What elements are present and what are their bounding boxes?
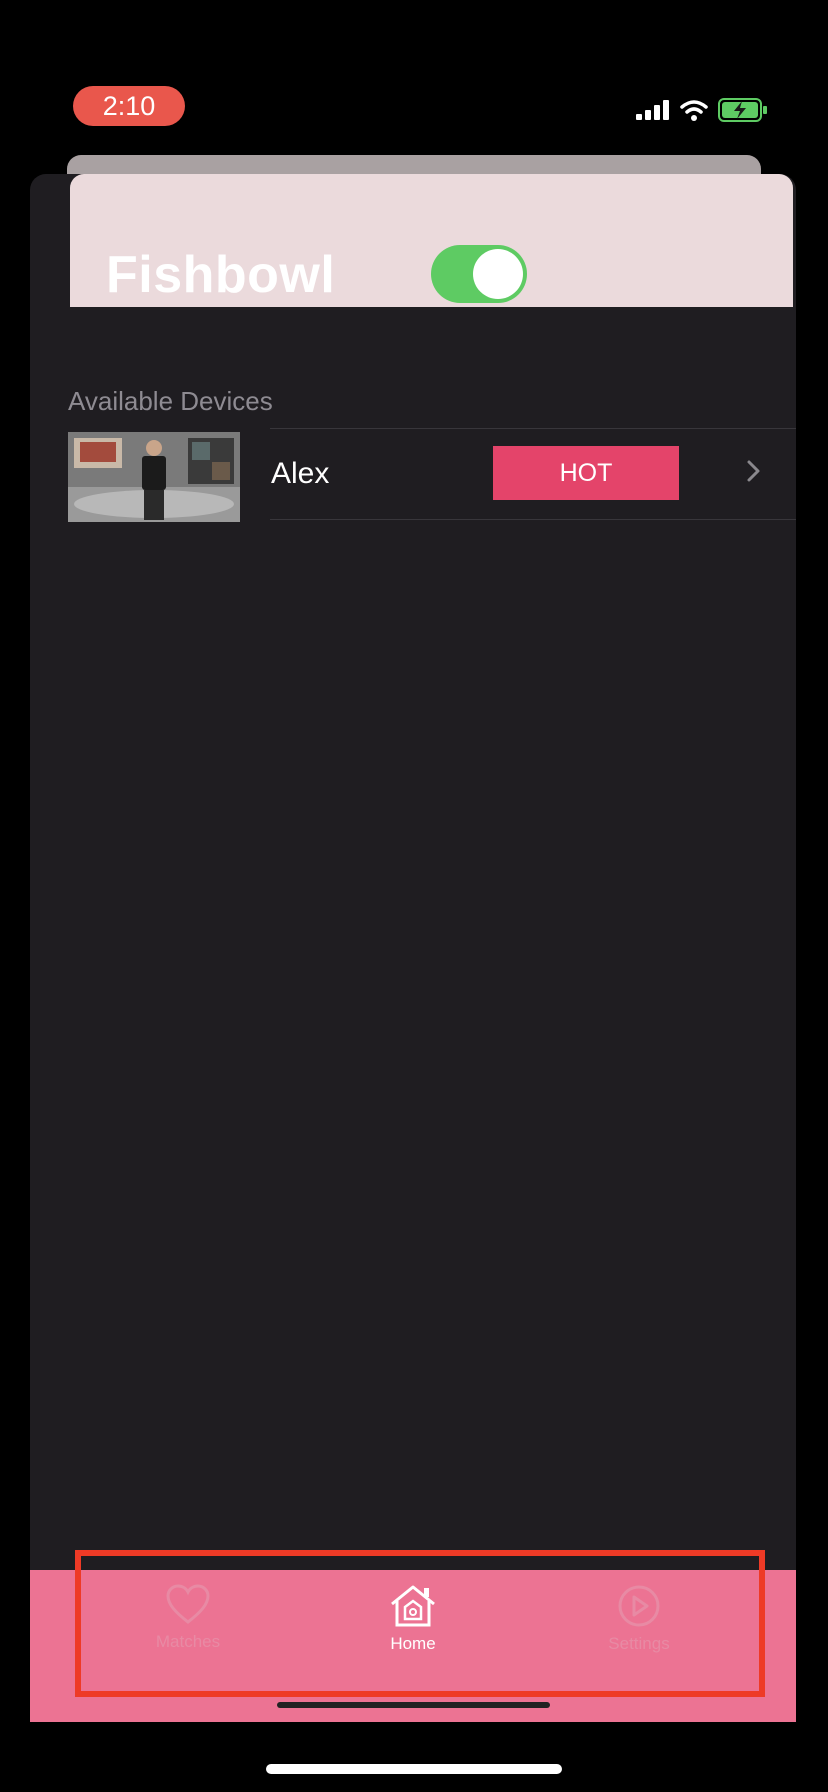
device-name: Alex bbox=[271, 457, 330, 490]
device-thumbnail bbox=[68, 432, 240, 522]
battery-charging-icon bbox=[718, 98, 767, 122]
status-time: 2:10 bbox=[73, 86, 185, 126]
main-sheet: Fishbowl Available Devices Alex HOT bbox=[30, 174, 796, 1722]
wifi-icon bbox=[680, 100, 708, 121]
section-label: Available Devices bbox=[68, 386, 273, 416]
chevron-right-icon bbox=[747, 460, 760, 482]
app-title: Fishbowl bbox=[106, 246, 336, 304]
hot-badge[interactable]: HOT bbox=[493, 446, 679, 500]
signal-icon bbox=[636, 100, 669, 120]
annotation-highlight-box bbox=[75, 1550, 765, 1697]
row-divider bbox=[270, 519, 796, 520]
home-indicator[interactable] bbox=[266, 1764, 562, 1774]
tab-bar-underline bbox=[277, 1702, 550, 1708]
device-row[interactable]: Alex HOT bbox=[30, 428, 796, 522]
fishbowl-toggle[interactable] bbox=[431, 245, 527, 303]
status-icons bbox=[636, 98, 768, 122]
toggle-knob bbox=[473, 249, 523, 299]
